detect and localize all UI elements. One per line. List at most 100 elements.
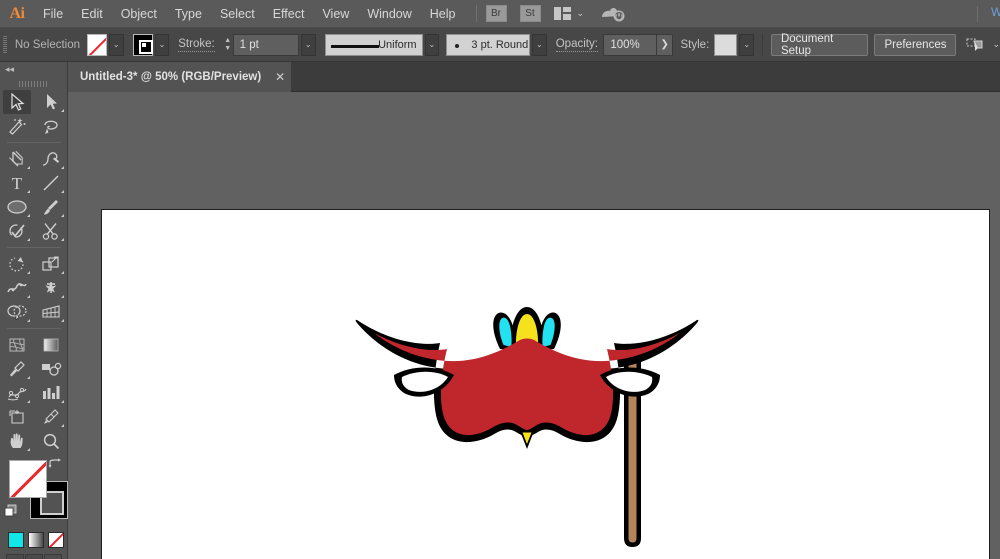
arrange-documents-button[interactable]: ⌄ — [554, 7, 585, 20]
menu-type[interactable]: Type — [166, 0, 211, 28]
control-bar: No Selection ⌄ ⌄ Stroke: ▲ ▼ 1 pt ⌄ Unif… — [0, 28, 1000, 62]
tool-hand-tool[interactable] — [0, 429, 34, 453]
tool-direct-selection-tool[interactable] — [34, 90, 68, 114]
tool-artboard-tool[interactable] — [0, 405, 34, 429]
preferences-button[interactable]: Preferences — [874, 34, 956, 56]
tool-scissors-tool[interactable] — [34, 219, 68, 243]
menu-edit[interactable]: Edit — [72, 0, 112, 28]
menubar-divider — [476, 5, 477, 22]
stroke-swatch-button[interactable] — [133, 34, 153, 56]
tool-type-tool[interactable]: T — [0, 171, 34, 195]
app-logo-icon: Ai — [0, 0, 34, 28]
menu-window[interactable]: Window — [358, 0, 420, 28]
default-fill-stroke-icon[interactable] — [4, 504, 18, 518]
paint-mode-group — [0, 529, 67, 548]
arrange-documents-icon — [554, 7, 571, 20]
stepper-down-icon[interactable]: ▼ — [224, 45, 231, 53]
tool-selection-tool[interactable] — [0, 90, 34, 114]
profile-chevron-down-icon[interactable]: ⌄ — [425, 34, 440, 56]
stroke-weight-stepper[interactable]: ▲ ▼ — [223, 34, 233, 56]
tool-ellipse-tool[interactable] — [0, 195, 34, 219]
fill-swatch-button[interactable] — [87, 34, 107, 56]
adobe-stock-button[interactable]: St — [520, 5, 541, 22]
tool-shaper-tool[interactable] — [0, 219, 34, 243]
brush-chevron-down-icon[interactable]: ⌄ — [532, 34, 547, 56]
tool-pen-tool[interactable] — [0, 147, 34, 171]
style-chevron-down-icon[interactable]: ⌄ — [739, 34, 754, 56]
tool-free-transform-tool[interactable] — [34, 276, 68, 300]
document-tab-title: Untitled-3* @ 50% (RGB/Preview) — [80, 71, 261, 83]
tool-rotate-tool[interactable] — [0, 252, 34, 276]
paint-mode-gradient[interactable] — [28, 532, 44, 548]
artboard[interactable] — [101, 209, 990, 559]
tool-scale-tool[interactable] — [34, 252, 68, 276]
stroke-chevron-down-icon[interactable]: ⌄ — [155, 34, 170, 56]
flyout-indicator-icon — [61, 295, 64, 298]
creative-cloud-icon[interactable] — [600, 4, 626, 24]
swap-fill-stroke-icon[interactable] — [48, 457, 62, 469]
paint-mode-none[interactable] — [48, 532, 64, 548]
selection-status-label: No Selection — [11, 39, 87, 51]
stepper-up-icon[interactable]: ▲ — [224, 37, 231, 45]
canvas-area[interactable] — [68, 92, 1000, 559]
tool-lasso-tool[interactable] — [34, 114, 68, 138]
carnival-mask-artwork[interactable] — [352, 295, 702, 559]
flyout-indicator-icon — [27, 214, 30, 217]
tool-curvature-tool[interactable] — [34, 147, 68, 171]
tool-shape-builder-tool[interactable] — [0, 300, 34, 324]
menu-select[interactable]: Select — [211, 0, 264, 28]
opacity-input[interactable]: 100% — [603, 34, 657, 56]
tool-column-graph-tool[interactable] — [34, 381, 68, 405]
change-screen-mode-full-menu[interactable] — [25, 554, 43, 559]
tool-gradient-tool[interactable] — [34, 333, 68, 357]
flyout-indicator-icon — [61, 424, 64, 427]
tool-eyedropper-tool[interactable] — [0, 357, 34, 381]
flyout-indicator-icon — [27, 166, 30, 169]
tool-mesh-tool[interactable] — [0, 333, 34, 357]
stroke-weight-chevron-down-icon[interactable]: ⌄ — [301, 34, 316, 56]
fill-indicator[interactable] — [9, 460, 47, 498]
flyout-indicator-icon — [61, 166, 64, 169]
tool-zoom-tool[interactable] — [34, 429, 68, 453]
control-bar-drag-handle[interactable] — [0, 28, 11, 62]
stroke-profile-select[interactable]: Uniform — [325, 34, 423, 56]
cut-off-panel-label: W — [991, 5, 1000, 19]
tool-slice-tool[interactable] — [34, 405, 68, 429]
bridge-button[interactable]: Br — [486, 5, 507, 22]
stroke-weight-input[interactable]: 1 pt — [233, 34, 299, 56]
collapse-panel-icon[interactable]: ◂◂ — [0, 62, 67, 77]
menu-file[interactable]: File — [34, 0, 72, 28]
tool-line-segment-tool[interactable] — [34, 171, 68, 195]
close-icon[interactable]: ✕ — [269, 62, 291, 92]
menu-object[interactable]: Object — [112, 0, 166, 28]
tool-perspective-grid-tool[interactable] — [34, 300, 68, 324]
document-setup-button[interactable]: Document Setup — [771, 34, 868, 56]
tool-blend-tool[interactable] — [34, 357, 68, 381]
fill-stroke-indicator — [0, 457, 68, 529]
fill-chevron-down-icon[interactable]: ⌄ — [109, 34, 124, 56]
tools-divider — [7, 328, 61, 329]
brush-definition-select[interactable]: 3 pt. Round — [446, 34, 530, 56]
paint-mode-color[interactable] — [8, 532, 24, 548]
tool-symbol-sprayer-tool[interactable] — [0, 381, 34, 405]
opacity-options-icon[interactable]: ❯ — [657, 34, 673, 56]
opacity-label[interactable]: Opacity: — [556, 38, 598, 52]
menu-help[interactable]: Help — [421, 0, 465, 28]
svg-text:T: T — [12, 174, 23, 192]
tool-paintbrush-tool[interactable] — [34, 195, 68, 219]
align-chevron-down-icon[interactable]: ⌄ — [992, 39, 1000, 50]
tool-magic-wand-tool[interactable] — [0, 114, 34, 138]
tools-divider — [7, 247, 61, 248]
change-screen-mode-full[interactable] — [44, 554, 62, 559]
right-edge-divider — [977, 6, 978, 22]
change-screen-mode-normal[interactable] — [6, 554, 24, 559]
align-to-selection-icon[interactable] — [966, 37, 986, 53]
document-tab[interactable]: Untitled-3* @ 50% (RGB/Preview) ✕ — [68, 62, 291, 92]
stroke-weight-label[interactable]: Stroke: — [178, 38, 214, 52]
graphic-style-swatch[interactable] — [714, 34, 738, 56]
menu-view[interactable]: View — [313, 0, 358, 28]
style-label: Style: — [681, 39, 710, 51]
tools-panel-drag-handle[interactable] — [0, 77, 67, 90]
tool-width-tool[interactable] — [0, 276, 34, 300]
menu-effect[interactable]: Effect — [264, 0, 314, 28]
